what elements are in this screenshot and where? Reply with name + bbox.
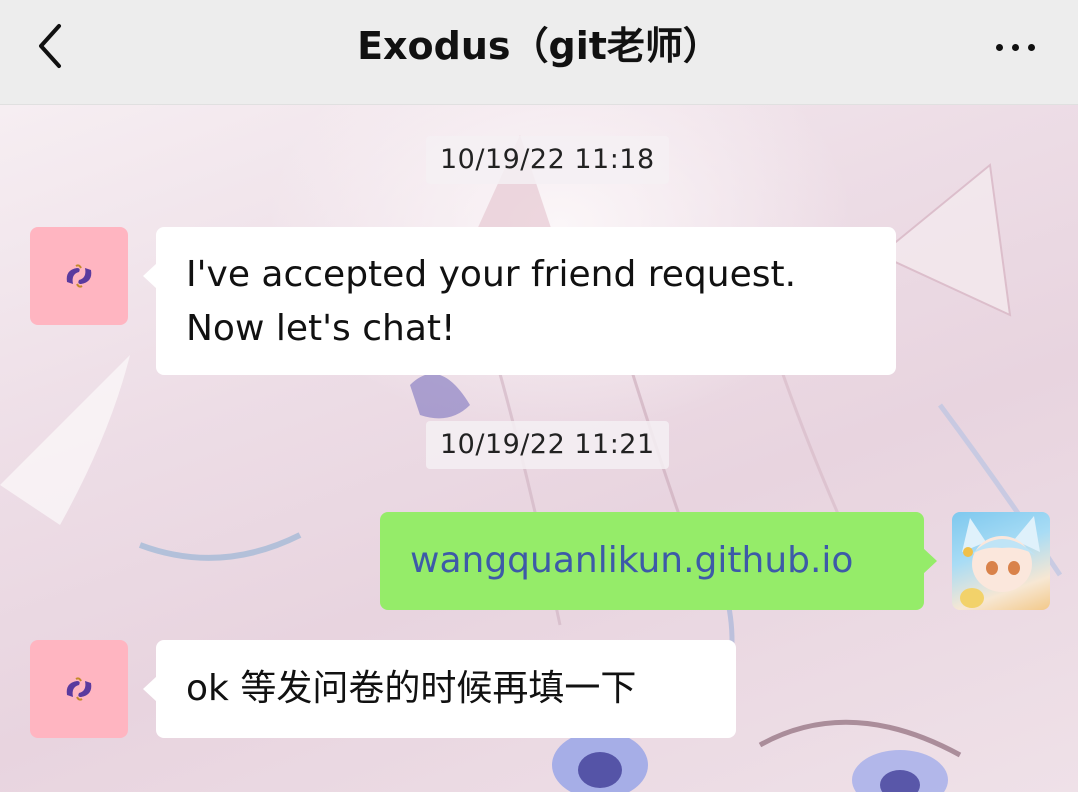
eggplant-icon (66, 264, 92, 288)
anime-girl-avatar-icon (960, 516, 1040, 608)
ellipsis-icon-dot (1027, 43, 1035, 51)
message-text-line: Now let's chat! (186, 308, 456, 349)
chat-title: Exodus（git老师） (357, 24, 721, 68)
my-avatar[interactable] (952, 512, 1050, 610)
back-button[interactable] (22, 18, 78, 74)
friend-avatar[interactable] (30, 227, 128, 325)
friend-avatar[interactable] (30, 640, 128, 738)
message-bubble-incoming[interactable]: ok 等发问卷的时候再填一下 (143, 640, 736, 738)
message-timestamp: 10/19/22 11:21 (426, 421, 669, 469)
ellipsis-icon (995, 43, 1003, 51)
chevron-left-icon (39, 24, 61, 68)
message-text-line: I've accepted your friend request. (186, 254, 797, 295)
message-link[interactable]: wangquanlikun.github.io (410, 540, 853, 581)
more-options-button[interactable] (980, 22, 1050, 72)
message-timestamp: 10/19/22 11:18 (426, 136, 669, 184)
eggplant-icon (66, 677, 92, 701)
message-text: ok 等发问卷的时候再填一下 (186, 668, 637, 709)
chat-navbar: Exodus（git老师） (0, 0, 1078, 105)
message-bubble-incoming[interactable]: I've accepted your friend request. Now l… (143, 227, 896, 375)
ellipsis-icon-dot (1011, 43, 1019, 51)
message-bubble-outgoing[interactable]: wangquanlikun.github.io (380, 512, 937, 610)
